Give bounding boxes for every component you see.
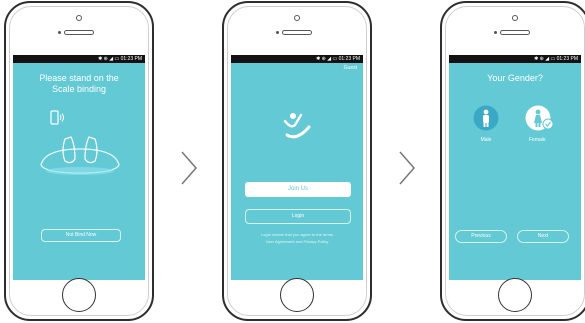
guest-link[interactable]: Guest (344, 65, 357, 71)
page-title: Please stand on the Scale binding (13, 73, 145, 95)
male-icon (473, 105, 499, 131)
screen-scale-binding: ✱ ⊕ ◢ ▭ 01:23 PM Please stand on the Sca… (13, 55, 145, 280)
sensor (276, 31, 279, 34)
page-title: Your Gender? (487, 73, 543, 83)
feet-on-scale-icon (40, 136, 120, 175)
previous-button[interactable]: Previous (455, 230, 507, 243)
camera (294, 15, 300, 21)
phone-frame-2: ✱ ⊕ ◢ ▭ 01:23 PM Guest Join Us Login Log… (222, 1, 372, 321)
chevron-right-icon (399, 151, 415, 185)
camera (76, 15, 82, 21)
home-button[interactable] (280, 278, 314, 312)
chevron-right-icon (181, 151, 197, 185)
male-label: Male (480, 137, 492, 143)
next-button[interactable]: Next (517, 230, 569, 243)
male-option[interactable]: Male (473, 105, 499, 145)
phone-signal-icon (50, 110, 64, 125)
speaker (500, 30, 530, 35)
terms-note: Login means that you agree to the terms (261, 232, 333, 237)
title-line-1: Please stand on the (39, 73, 119, 83)
status-bar: ✱ ⊕ ◢ ▭ 01:23 PM (231, 55, 363, 63)
terms-link[interactable]: User Agreement and Privacy Policy (241, 239, 353, 244)
phone-frame-3: ✱ ⊕ ◢ ▭ 01:23 PM Your Gender? Male Femal… (440, 1, 585, 321)
female-icon (525, 105, 554, 131)
phone-frame-1: ✱ ⊕ ◢ ▭ 01:23 PM Please stand on the Sca… (4, 1, 154, 321)
screen-gender: ✱ ⊕ ◢ ▭ 01:23 PM Your Gender? Male Femal… (449, 55, 581, 280)
camera (512, 15, 518, 21)
sensor (494, 31, 497, 34)
home-button[interactable] (498, 278, 532, 312)
female-option[interactable]: Female (525, 105, 555, 145)
login-button[interactable]: Login (245, 209, 351, 224)
check-icon (542, 118, 554, 130)
speaker (282, 30, 312, 35)
join-us-button[interactable]: Join Us (245, 182, 351, 197)
home-button[interactable] (62, 278, 96, 312)
status-bar: ✱ ⊕ ◢ ▭ 01:23 PM (449, 55, 581, 63)
not-bind-now-button[interactable]: Not Bind Now (41, 229, 121, 242)
status-bar: ✱ ⊕ ◢ ▭ 01:23 PM (13, 55, 145, 63)
app-logo-icon (283, 113, 311, 139)
screen-welcome: ✱ ⊕ ◢ ▭ 01:23 PM Guest Join Us Login Log… (231, 55, 363, 280)
female-label: Female (529, 137, 546, 143)
title-line-2: Scale binding (51, 84, 107, 94)
sensor (58, 31, 61, 34)
speaker (64, 30, 94, 35)
